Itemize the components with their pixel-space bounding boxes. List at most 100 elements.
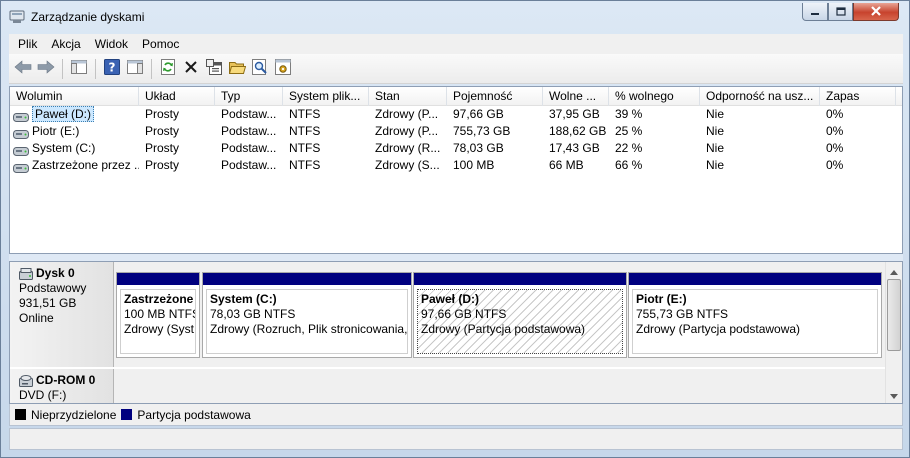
- open-folder-button[interactable]: [226, 58, 248, 80]
- minimize-icon: [810, 5, 820, 19]
- menu-file[interactable]: Plik: [9, 34, 44, 54]
- status-cell: Zdrowy (P...: [375, 107, 439, 121]
- overhead-cell: 0%: [826, 158, 844, 172]
- filesystem-cell: NTFS: [289, 141, 321, 155]
- cdrom-0-label[interactable]: CD-ROM 0 DVD (F:): [10, 369, 114, 403]
- scroll-down-button[interactable]: [886, 386, 902, 403]
- disk-type: Podstawowy: [19, 281, 87, 295]
- volume-name: Zastrzeżone przez ...: [32, 158, 139, 172]
- forward-button[interactable]: [35, 58, 57, 80]
- partition-color-bar: [629, 273, 881, 285]
- layout-cell: Prosty: [145, 141, 180, 155]
- cdrom-drive-letter: DVD (F:): [19, 388, 67, 402]
- type-cell: Podstaw...: [221, 141, 277, 155]
- column-header-percent-free[interactable]: % wolnego: [609, 87, 700, 106]
- menu-bar: Plik Akcja Widok Pomoc: [9, 34, 903, 54]
- delete-button[interactable]: [180, 58, 202, 80]
- partition-system-c[interactable]: System (C:) 78,03 GB NTFS Zdrowy (Rozruc…: [202, 272, 412, 358]
- back-button[interactable]: [12, 58, 34, 80]
- column-header-volume[interactable]: Wolumin: [10, 87, 139, 106]
- layout-cell: Prosty: [145, 124, 180, 138]
- partition-piotr-e[interactable]: Piotr (E:) 755,73 GB NTFS Zdrowy (Partyc…: [628, 272, 882, 358]
- disk-graph-view: Dysk 0 Podstawowy 931,51 GB Online Zastr…: [9, 261, 903, 404]
- legend-swatch-navy: [121, 409, 133, 420]
- column-header-overhead[interactable]: Zapas: [820, 87, 896, 106]
- menu-view[interactable]: Widok: [88, 34, 135, 54]
- type-cell: Podstaw...: [221, 124, 277, 138]
- close-button[interactable]: [853, 3, 899, 21]
- status-cell: Zdrowy (S...: [375, 158, 440, 172]
- partition-body-selected: Paweł (D:) 97,66 GB NTFS Zdrowy (Partycj…: [417, 289, 623, 354]
- disk-status: Online: [19, 311, 54, 325]
- toolbar: ?: [9, 54, 903, 84]
- volume-drive-icon: [13, 110, 29, 122]
- scroll-up-button[interactable]: [886, 262, 902, 279]
- column-header-fault-tolerance[interactable]: Odporność na usz...: [700, 87, 820, 106]
- maximize-button[interactable]: [828, 3, 853, 21]
- volume-list: Wolumin Układ Typ System plik... Stan Po…: [9, 86, 903, 254]
- settings-button[interactable]: [272, 58, 294, 80]
- partition-name: Piotr (E:): [636, 292, 687, 306]
- refresh-button[interactable]: [157, 58, 179, 80]
- pane-splitter[interactable]: [9, 254, 903, 261]
- partition-name: Paweł (D:): [421, 292, 480, 306]
- fault-tolerance-cell: Nie: [706, 124, 725, 138]
- column-header-status[interactable]: Stan: [369, 87, 447, 106]
- refresh-icon: [160, 59, 176, 78]
- help-button[interactable]: ?: [101, 58, 123, 80]
- partition-pawel-d[interactable]: Paweł (D:) 97,66 GB NTFS Zdrowy (Partycj…: [413, 272, 627, 358]
- hard-disk-icon: [19, 267, 33, 280]
- toolbar-separator: [95, 58, 96, 79]
- properties-icon: [206, 59, 222, 78]
- column-header-type[interactable]: Typ: [215, 87, 283, 106]
- fault-tolerance-cell: Nie: [706, 158, 725, 172]
- volume-cell: System (C:): [10, 140, 139, 157]
- close-icon: [870, 5, 882, 19]
- table-row[interactable]: Zastrzeżone przez ... Prosty Podstaw... …: [10, 157, 902, 174]
- status-cell: Zdrowy (P...: [375, 124, 439, 138]
- table-row[interactable]: System (C:) Prosty Podstaw... NTFS Zdrow…: [10, 140, 902, 157]
- percent-free-cell: 66 %: [615, 158, 643, 172]
- partition-body: Zastrzeżone 100 MB NTFS Zdrowy (Syst: [120, 289, 196, 354]
- partition-status: Zdrowy (Rozruch, Plik stronicowania,: [210, 322, 408, 336]
- partition-status: Zdrowy (Partycja podstawowa): [636, 322, 801, 336]
- partition-body: Piotr (E:) 755,73 GB NTFS Zdrowy (Partyc…: [632, 289, 878, 354]
- disk-0-partitions: Zastrzeżone 100 MB NTFS Zdrowy (Syst Sys…: [114, 262, 886, 367]
- column-header-filesystem[interactable]: System plik...: [283, 87, 369, 106]
- disk-size: 931,51 GB: [19, 296, 77, 310]
- partition-size: 100 MB NTFS: [124, 307, 196, 321]
- action-pane-button[interactable]: [124, 58, 146, 80]
- partition-reserved[interactable]: Zastrzeżone 100 MB NTFS Zdrowy (Syst: [116, 272, 200, 358]
- menu-action[interactable]: Akcja: [44, 34, 87, 54]
- cdrom-0-area: [114, 369, 886, 403]
- menu-help[interactable]: Pomoc: [135, 34, 186, 54]
- console-tree-icon: [71, 60, 87, 77]
- type-cell: Podstaw...: [221, 107, 277, 121]
- legend-entry-unallocated: Nieprzydzielone: [15, 408, 116, 422]
- minimize-button[interactable]: [802, 3, 828, 21]
- table-row[interactable]: Piotr (E:) Prosty Podstaw... NTFS Zdrowy…: [10, 123, 902, 140]
- table-row[interactable]: Paweł (D:) Prosty Podstaw... NTFS Zdrowy…: [10, 106, 902, 123]
- column-header-free[interactable]: Wolne ...: [543, 87, 609, 106]
- properties-button[interactable]: [203, 58, 225, 80]
- graph-vertical-scrollbar[interactable]: [885, 262, 902, 403]
- disk-name: CD-ROM 0: [36, 373, 96, 387]
- title-bar: Zarządzanie dyskami: [1, 1, 909, 33]
- open-folder-icon: [228, 60, 246, 77]
- overhead-cell: 0%: [826, 107, 844, 121]
- scrollbar-thumb[interactable]: [887, 279, 901, 351]
- maximize-icon: [835, 5, 846, 19]
- search-button[interactable]: [249, 58, 271, 80]
- column-header-layout[interactable]: Układ: [139, 87, 215, 106]
- type-cell: Podstaw...: [221, 158, 277, 172]
- capacity-cell: 97,66 GB: [453, 107, 504, 121]
- disk-0-label[interactable]: Dysk 0 Podstawowy 931,51 GB Online: [10, 262, 114, 367]
- capacity-cell: 78,03 GB: [453, 141, 504, 155]
- settings-icon: [275, 59, 291, 78]
- column-header-capacity[interactable]: Pojemność: [447, 87, 543, 106]
- free-cell: 66 MB: [549, 158, 584, 172]
- filesystem-cell: NTFS: [289, 158, 321, 172]
- partition-color-bar: [117, 273, 199, 285]
- status-cell: Zdrowy (R...: [375, 141, 441, 155]
- console-tree-button[interactable]: [68, 58, 90, 80]
